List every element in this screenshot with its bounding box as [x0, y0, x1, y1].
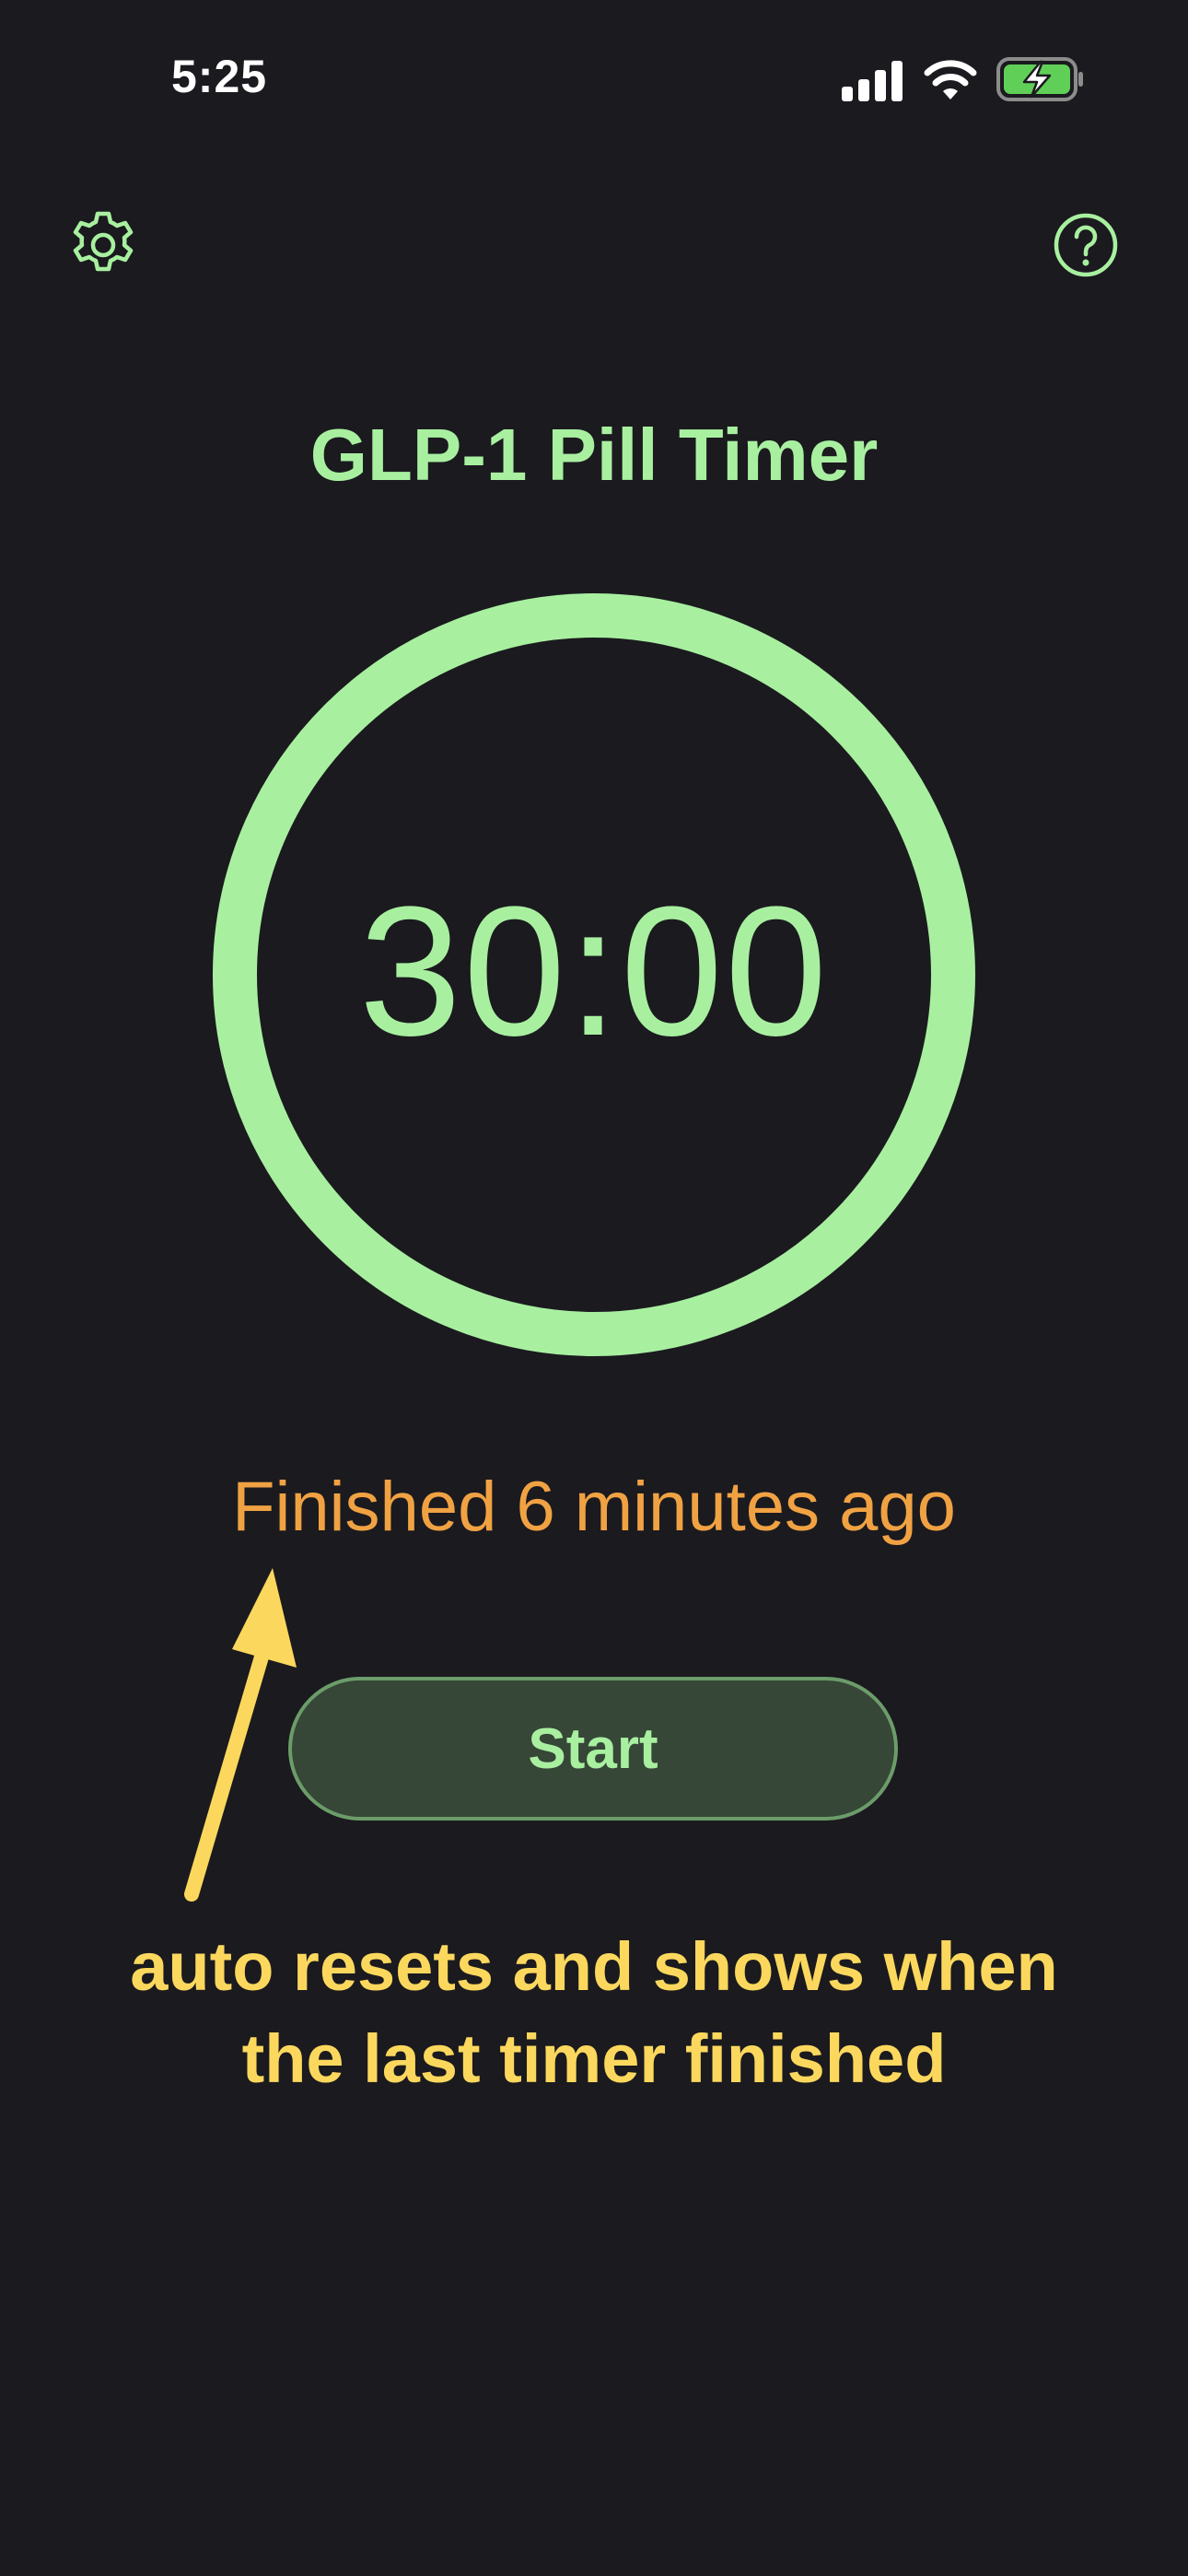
start-button[interactable]: Start — [288, 1677, 898, 1821]
annotation-line-2: the last timer finished — [241, 2020, 947, 2097]
finished-status-text: Finished 6 minutes ago — [232, 1468, 956, 1546]
question-mark-circle-icon[interactable] — [1053, 212, 1119, 278]
status-bar-time: 5:25 — [171, 51, 268, 102]
page-title: GLP-1 Pill Timer — [309, 414, 879, 496]
timer-display: 30:00 — [358, 869, 830, 1074]
cellular-signal-icon — [842, 61, 903, 101]
annotation-arrow — [184, 1568, 297, 1902]
wifi-icon — [924, 60, 977, 100]
start-button-label: Start — [528, 1716, 658, 1781]
annotation-text: auto resets and shows when the last time… — [0, 1921, 1188, 2105]
annotation-line-1: auto resets and shows when — [130, 1928, 1058, 2005]
gear-icon[interactable] — [68, 210, 138, 280]
battery-charging-icon — [996, 57, 1083, 101]
